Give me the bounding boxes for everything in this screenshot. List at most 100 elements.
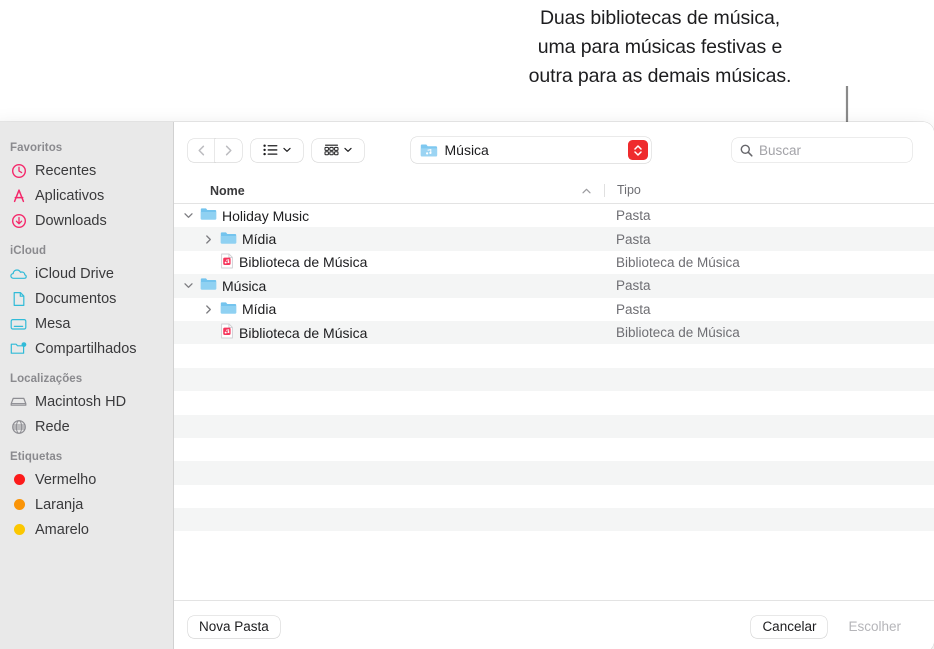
arrange-button[interactable] bbox=[311, 138, 364, 162]
forward-button[interactable] bbox=[214, 138, 242, 162]
document-icon bbox=[10, 290, 27, 307]
empty-row bbox=[174, 461, 934, 485]
sidebar-header-localizacoes: Localizações bbox=[10, 373, 83, 385]
tag-dot-icon bbox=[10, 521, 27, 538]
file-type: Pasta bbox=[616, 301, 651, 317]
sidebar-item-compartilhados[interactable]: Compartilhados bbox=[0, 336, 174, 361]
empty-row bbox=[174, 367, 934, 392]
sidebar-group-favoritos: Favoritos Recentes Aplicativos Downloads bbox=[0, 142, 174, 233]
sidebar-item-label: Vermelho bbox=[35, 471, 97, 488]
table-row[interactable]: Biblioteca de Música Biblioteca de Música bbox=[174, 251, 934, 274]
sidebar-header-favoritos: Favoritos bbox=[10, 142, 63, 154]
sidebar-item-downloads[interactable]: Downloads bbox=[0, 208, 174, 233]
empty-row bbox=[174, 438, 934, 461]
music-folder-icon bbox=[420, 144, 437, 156]
sidebar-item-documentos[interactable]: Documentos bbox=[0, 286, 174, 311]
music-library-icon bbox=[221, 253, 233, 269]
music-library-icon bbox=[221, 323, 233, 339]
table-row[interactable]: Mídia Pasta bbox=[174, 298, 934, 321]
toolbar: Música Buscar bbox=[174, 122, 934, 178]
sidebar-item-label: Compartilhados bbox=[35, 340, 137, 357]
file-name: Música bbox=[222, 277, 267, 294]
file-name: Biblioteca de Música bbox=[239, 324, 368, 341]
empty-row bbox=[174, 414, 934, 438]
callout-annotation-text: Duas bibliotecas de música, uma para mús… bbox=[400, 4, 920, 91]
sidebar-item-icloud-drive[interactable]: iCloud Drive bbox=[0, 261, 174, 286]
sidebar-item-label: Amarelo bbox=[35, 521, 89, 538]
file-name: Holiday Music bbox=[222, 207, 310, 224]
file-type: Pasta bbox=[616, 231, 651, 247]
sidebar-item-label: Recentes bbox=[35, 162, 97, 179]
screenshot-root: Duas bibliotecas de música, uma para mús… bbox=[0, 0, 934, 649]
sidebar-item-vermelho[interactable]: Vermelho bbox=[0, 467, 174, 492]
folder-icon bbox=[220, 301, 237, 318]
file-type: Biblioteca de Música bbox=[616, 325, 740, 341]
column-header-tipo[interactable]: Tipo bbox=[604, 184, 641, 197]
sidebar-item-rede[interactable]: Rede bbox=[0, 414, 174, 439]
download-icon bbox=[10, 212, 27, 229]
cloud-icon bbox=[10, 265, 27, 282]
column-header-nome-label: Nome bbox=[210, 183, 245, 198]
footer: Nova Pasta Cancelar Escolher bbox=[174, 600, 934, 649]
chevron-down-icon bbox=[282, 147, 291, 152]
choose-button[interactable]: Escolher bbox=[837, 616, 912, 638]
empty-row bbox=[174, 531, 934, 554]
file-type: Pasta bbox=[616, 278, 651, 294]
folder-icon bbox=[200, 208, 217, 220]
empty-row bbox=[174, 344, 934, 367]
applications-icon bbox=[10, 187, 27, 204]
search-placeholder: Buscar bbox=[759, 142, 802, 158]
sidebar-item-macintosh-hd[interactable]: Macintosh HD bbox=[0, 389, 174, 414]
chevron-down-icon bbox=[343, 147, 352, 152]
disclosure-triangle[interactable] bbox=[202, 234, 215, 244]
table-row[interactable]: Biblioteca de Música Biblioteca de Música bbox=[174, 320, 934, 345]
folder-icon bbox=[200, 278, 217, 290]
shared-folder-icon bbox=[10, 340, 27, 357]
main-pane: Música Buscar Nome Tipo Holiday Music Pas bbox=[174, 122, 934, 649]
sidebar-item-label: Mesa bbox=[35, 315, 71, 332]
view-mode-button[interactable] bbox=[250, 138, 303, 162]
callout-line-2: uma para músicas festivas e bbox=[537, 36, 783, 58]
disclosure-expanded-icon bbox=[184, 283, 193, 289]
sidebar-item-amarelo[interactable]: Amarelo bbox=[0, 517, 174, 542]
new-folder-button[interactable]: Nova Pasta bbox=[188, 615, 280, 638]
callout-line-1: Duas bibliotecas de música, bbox=[539, 7, 781, 29]
empty-row bbox=[174, 485, 934, 508]
path-popup-button[interactable]: Música bbox=[410, 137, 651, 163]
table-row[interactable]: Holiday Music Pasta bbox=[174, 204, 934, 227]
file-type: Biblioteca de Música bbox=[616, 254, 740, 270]
search-input[interactable]: Buscar bbox=[732, 138, 912, 162]
disclosure-triangle[interactable] bbox=[182, 281, 195, 290]
file-name: Mídia bbox=[242, 301, 277, 318]
file-list[interactable]: Holiday Music Pasta Mídia Pasta Biblioteca d… bbox=[174, 204, 934, 600]
arrange-grid-icon bbox=[324, 144, 339, 155]
tag-dot-icon bbox=[10, 471, 27, 488]
sidebar-group-localizacoes: Localizações Macintosh HD Rede bbox=[0, 373, 174, 439]
table-row[interactable]: Mídia Pasta bbox=[174, 227, 934, 251]
sidebar-group-icloud: iCloud iCloud Drive Documentos Mesa Comp… bbox=[0, 245, 174, 361]
sidebar-item-mesa[interactable]: Mesa bbox=[0, 311, 174, 336]
sidebar-item-aplicativos[interactable]: Aplicativos bbox=[0, 183, 174, 208]
disclosure-triangle[interactable] bbox=[182, 211, 195, 220]
cancel-button[interactable]: Cancelar bbox=[751, 615, 828, 638]
navigation-buttons bbox=[188, 138, 242, 162]
table-row[interactable]: Música Pasta bbox=[174, 274, 934, 298]
harddisk-icon bbox=[10, 393, 27, 410]
music-library-icon bbox=[220, 323, 234, 342]
column-header-nome[interactable]: Nome bbox=[174, 178, 604, 203]
popup-stepper-icon[interactable] bbox=[627, 140, 648, 160]
sidebar-item-label: Downloads bbox=[35, 212, 107, 229]
back-button[interactable] bbox=[188, 138, 215, 162]
clock-icon bbox=[10, 162, 27, 179]
folder-icon bbox=[220, 231, 237, 244]
sidebar[interactable]: Favoritos Recentes Aplicativos Downloads… bbox=[0, 122, 174, 649]
file-name: Mídia bbox=[242, 231, 277, 248]
disclosure-collapsed-icon bbox=[206, 234, 211, 244]
sidebar-item-laranja[interactable]: Laranja bbox=[0, 492, 174, 517]
sidebar-item-recentes[interactable]: Recentes bbox=[0, 158, 174, 183]
sidebar-header-icloud: iCloud bbox=[10, 245, 47, 257]
disclosure-triangle[interactable] bbox=[202, 305, 215, 314]
sidebar-item-label: Documentos bbox=[35, 290, 117, 307]
sidebar-item-label: Macintosh HD bbox=[35, 393, 127, 410]
globe-icon bbox=[10, 418, 27, 435]
